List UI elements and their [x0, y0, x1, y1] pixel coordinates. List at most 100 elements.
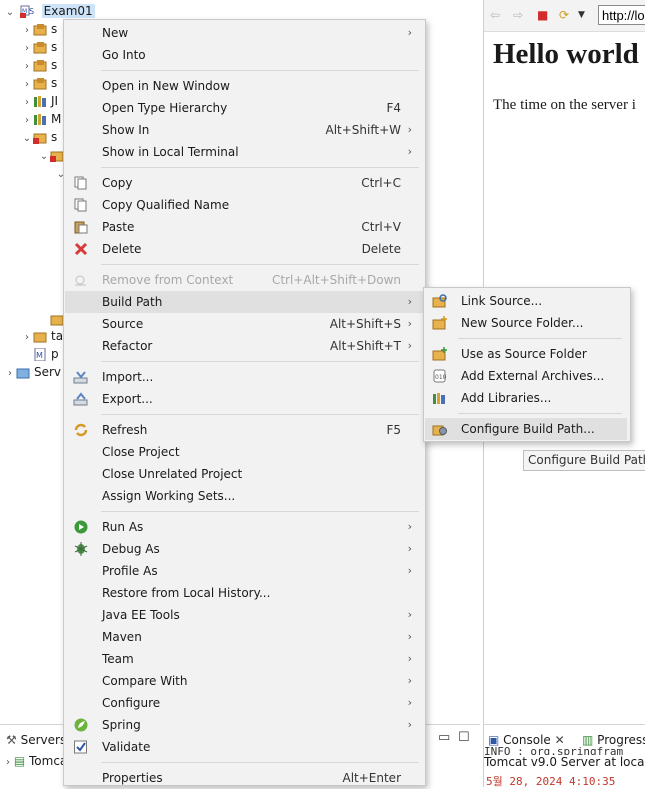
menu-item-import[interactable]: Import... [65, 366, 424, 388]
tree-row[interactable]: › s [21, 20, 57, 38]
project-name[interactable]: Exam01 [41, 4, 95, 18]
menu-item-delete[interactable]: Delete Delete [65, 238, 424, 260]
menu-item-open-in-new-window[interactable]: Open in New Window [65, 75, 424, 97]
submenu-item-add-external-archives[interactable]: 010 Add External Archives... [425, 365, 627, 387]
menu-item-spring[interactable]: Spring › [65, 714, 424, 736]
menu-item-show-in[interactable]: Show In Alt+Shift+W › [65, 119, 424, 141]
submenu-item-link-source[interactable]: Link Source... [425, 290, 627, 312]
chevron-right-icon: › [407, 520, 412, 533]
refresh-icon[interactable]: ⟳ [559, 8, 569, 22]
chevron-right-icon: › [407, 564, 412, 577]
menu-item-remove-from-context[interactable]: Remove from Context Ctrl+Alt+Shift+Down [65, 269, 424, 291]
tree-row[interactable]: › Serv [4, 363, 61, 381]
menu-item-java-ee-tools[interactable]: Java EE Tools › [65, 604, 424, 626]
close-icon[interactable]: ✕ [555, 733, 565, 747]
menu-item-show-in-local-terminal[interactable]: Show in Local Terminal › [65, 141, 424, 163]
menu-item-close-project[interactable]: Close Project [65, 441, 424, 463]
menu-item-refresh[interactable]: Refresh F5 [65, 419, 424, 441]
menu-item-new[interactable]: New › [65, 22, 424, 44]
chevron-right-icon: › [407, 674, 412, 687]
menu-separator [101, 70, 419, 71]
menu-item-open-type-hierarchy[interactable]: Open Type Hierarchy F4 [65, 97, 424, 119]
menu-item-profile-as[interactable]: Profile As › [65, 560, 424, 582]
expand-arrow-icon[interactable]: › [6, 757, 10, 768]
menu-item-go-into[interactable]: Go Into [65, 44, 424, 66]
page-body-text: The time on the server i [493, 97, 636, 113]
tree-label: s [51, 22, 58, 36]
minimize-icon[interactable]: ▭ [438, 730, 450, 745]
menu-item-close-unrelated-project[interactable]: Close Unrelated Project [65, 463, 424, 485]
package-folder-icon [33, 42, 47, 54]
build-path-submenu: Link Source... New Source Folder... Use … [423, 287, 631, 442]
stop-icon[interactable]: ■ [537, 8, 548, 22]
tree-row[interactable]: ⌄ s [21, 128, 57, 146]
tree-label: s [51, 76, 58, 90]
copy-icon [74, 176, 87, 190]
tree-row[interactable]: › s [21, 56, 57, 74]
menu-item-copy-qualified-name[interactable]: Copy Qualified Name [65, 194, 424, 216]
server-row[interactable]: › ▤ Tomca [6, 751, 67, 771]
tree-row[interactable]: › s [21, 38, 57, 56]
menu-item-export[interactable]: Export... [65, 388, 424, 410]
forward-icon[interactable]: ⇨ [513, 8, 523, 22]
chevron-down-icon[interactable]: ▼ [578, 10, 585, 20]
package-folder-icon [33, 24, 47, 36]
menu-item-configure[interactable]: Configure › [65, 692, 424, 714]
tree-row[interactable]: › M [21, 110, 61, 128]
menu-item-copy[interactable]: Copy Ctrl+C [65, 172, 424, 194]
tree-label: s [51, 130, 58, 144]
menu-item-refactor[interactable]: Refactor Alt+Shift+T › [65, 335, 424, 357]
svg-text:M: M [36, 351, 43, 360]
tree-row-project[interactable]: ⌄ MS Exam01 [4, 2, 95, 20]
refresh-icon [74, 423, 88, 437]
submenu-item-configure-build-path[interactable]: Configure Build Path... [425, 418, 627, 440]
menu-item-restore-from-local-history[interactable]: Restore from Local History... [65, 582, 424, 604]
paste-icon [74, 221, 88, 234]
chevron-right-icon: › [407, 542, 412, 555]
source-folder-error-icon [33, 133, 47, 144]
tree-row[interactable]: › ta [21, 327, 63, 345]
console-title: Tomcat v9.0 Server at localhost [484, 755, 645, 769]
collapse-arrow-icon[interactable]: ⌄ [38, 148, 50, 166]
tree-row[interactable]: Mp [21, 345, 59, 363]
chevron-right-icon: › [407, 339, 412, 352]
menu-item-validate[interactable]: Validate [65, 736, 424, 758]
tab-servers[interactable]: ⚒ Servers [6, 730, 66, 750]
maximize-icon[interactable]: ☐ [458, 730, 470, 745]
link-source-icon [432, 294, 447, 308]
menu-item-assign-working-sets[interactable]: Assign Working Sets... [65, 485, 424, 507]
library-icon [34, 96, 46, 107]
menu-item-debug-as[interactable]: Debug As › [65, 538, 424, 560]
new-source-folder-icon [432, 316, 447, 330]
chevron-right-icon: › [407, 295, 412, 308]
menu-item-run-as[interactable]: Run As › [65, 516, 424, 538]
menu-item-compare-with[interactable]: Compare With › [65, 670, 424, 692]
tree-row[interactable]: › s [21, 74, 57, 92]
menu-separator [101, 511, 419, 512]
collapse-arrow-icon[interactable]: ⌄ [4, 4, 16, 22]
chevron-right-icon: › [407, 26, 412, 39]
menu-item-paste[interactable]: Paste Ctrl+V [65, 216, 424, 238]
spring-icon [74, 718, 88, 732]
tree-label: s [51, 40, 58, 54]
menu-item-build-path[interactable]: Build Path › [65, 291, 424, 313]
submenu-item-use-as-source-folder[interactable]: Use as Source Folder [425, 343, 627, 365]
menu-separator [458, 338, 622, 339]
servers-icon: ⚒ [6, 733, 17, 747]
menu-item-maven[interactable]: Maven › [65, 626, 424, 648]
menu-item-source[interactable]: Source Alt+Shift+S › [65, 313, 424, 335]
folder-icon [33, 332, 47, 343]
expand-arrow-icon[interactable]: › [4, 365, 16, 383]
tree-label: p [51, 347, 59, 361]
tree-row[interactable]: › JI [21, 92, 58, 110]
package-folder-icon [33, 60, 47, 72]
menu-separator [101, 167, 419, 168]
submenu-item-add-libraries[interactable]: Add Libraries... [425, 387, 627, 409]
submenu-item-new-source-folder[interactable]: New Source Folder... [425, 312, 627, 334]
collapse-arrow-icon[interactable]: ⌄ [21, 130, 33, 148]
menu-item-team[interactable]: Team › [65, 648, 424, 670]
chevron-right-icon: › [407, 718, 412, 731]
url-input[interactable] [598, 5, 645, 25]
progress-icon: ▥ [582, 733, 594, 747]
back-icon[interactable]: ⇦ [490, 8, 500, 22]
